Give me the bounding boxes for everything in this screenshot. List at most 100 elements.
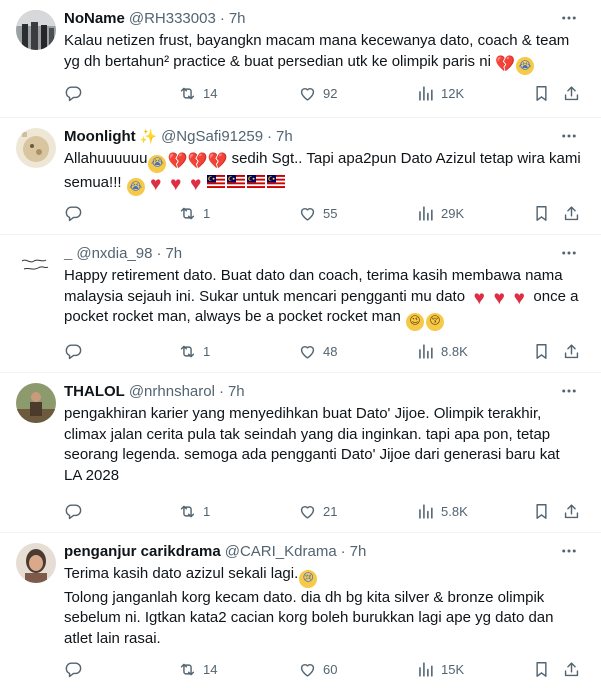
author-name[interactable]: penganjur carikdrama bbox=[64, 543, 221, 560]
sparkle-icon: ✨ bbox=[139, 127, 158, 144]
bookmark-icon bbox=[532, 342, 551, 361]
tweet[interactable]: _ @nxdia_98 · 7h Happy retirement dato. … bbox=[0, 235, 601, 373]
bookmark-button[interactable] bbox=[532, 339, 551, 363]
reply-button[interactable] bbox=[64, 201, 83, 225]
views-icon bbox=[416, 502, 435, 521]
like-count: 48 bbox=[323, 343, 338, 359]
separator-dot: · bbox=[267, 127, 273, 145]
bookmark-button[interactable] bbox=[532, 201, 551, 225]
retweet-button[interactable]: 14 bbox=[178, 657, 217, 681]
retweet-button[interactable]: 1 bbox=[178, 499, 210, 523]
author-handle[interactable]: @RH333003 bbox=[129, 10, 216, 27]
tweet-text-part: Tolong janganlah korg kecam dato. dia dh… bbox=[64, 588, 554, 647]
like-button[interactable]: 21 bbox=[298, 499, 337, 523]
reply-button[interactable] bbox=[64, 339, 83, 363]
share-icon bbox=[562, 660, 581, 679]
bookmark-button[interactable] bbox=[532, 657, 551, 681]
tweet-text-part: Terima kasih dato azizul sekali lagi. bbox=[64, 565, 299, 582]
reply-icon bbox=[64, 342, 83, 361]
author-handle[interactable]: @NgSafi91259 bbox=[161, 128, 263, 145]
avatar[interactable] bbox=[16, 128, 56, 168]
sob-emoji: 😭 bbox=[516, 57, 535, 75]
share-button[interactable] bbox=[562, 81, 581, 105]
timestamp[interactable]: 7h bbox=[276, 128, 293, 145]
reply-button[interactable] bbox=[64, 81, 83, 105]
timestamp[interactable]: 7h bbox=[228, 383, 245, 400]
views-button[interactable]: 29K bbox=[416, 201, 464, 225]
sob-emoji: 😭 bbox=[126, 178, 145, 196]
retweet-button[interactable]: 1 bbox=[178, 339, 210, 363]
timestamp[interactable]: 7h bbox=[165, 245, 182, 262]
author-handle[interactable]: @nrhnsharol bbox=[129, 383, 215, 400]
timestamp[interactable]: 7h bbox=[229, 10, 246, 27]
author-name[interactable]: NoName bbox=[64, 10, 125, 27]
bookmark-button[interactable] bbox=[532, 81, 551, 105]
more-icon[interactable] bbox=[559, 541, 579, 561]
tweet[interactable]: penganjur carikdrama @CARI_Kdrama · 7h T… bbox=[0, 533, 601, 688]
author-handle[interactable]: @CARI_Kdrama bbox=[225, 543, 337, 560]
share-icon bbox=[562, 502, 581, 521]
retweet-count: 14 bbox=[203, 85, 218, 101]
more-icon[interactable] bbox=[559, 8, 579, 28]
like-icon bbox=[298, 84, 317, 103]
avatar[interactable] bbox=[16, 383, 56, 423]
bookmark-button[interactable] bbox=[532, 499, 551, 523]
separator-dot: · bbox=[218, 382, 224, 400]
like-button[interactable]: 92 bbox=[298, 81, 337, 105]
tweet[interactable]: Moonlight ✨ @NgSafi91259 · 7h Allahuuuuu… bbox=[0, 118, 601, 235]
views-button[interactable]: 8.8K bbox=[416, 339, 468, 363]
sob-emoji: 😭 bbox=[148, 154, 167, 173]
timestamp[interactable]: 7h bbox=[350, 543, 367, 560]
like-count: 92 bbox=[323, 85, 338, 101]
like-count: 60 bbox=[323, 661, 338, 677]
like-icon bbox=[298, 660, 317, 679]
avatar[interactable] bbox=[16, 543, 56, 583]
like-button[interactable]: 48 bbox=[298, 339, 337, 363]
share-button[interactable] bbox=[562, 657, 581, 681]
red-heart-emoji: ♥ bbox=[190, 173, 202, 195]
share-icon bbox=[562, 84, 581, 103]
share-button[interactable] bbox=[562, 339, 581, 363]
views-button[interactable]: 12K bbox=[416, 81, 464, 105]
action-bar: 1 55 29K bbox=[56, 201, 589, 225]
bookmark-icon bbox=[532, 84, 551, 103]
share-button[interactable] bbox=[562, 499, 581, 523]
author-name[interactable]: Moonlight bbox=[64, 128, 136, 145]
reply-button[interactable] bbox=[64, 499, 83, 523]
views-icon bbox=[416, 204, 435, 223]
tweet[interactable]: THALOL @nrhnsharol · 7h pengakhiran kari… bbox=[0, 373, 601, 533]
more-icon[interactable] bbox=[559, 381, 579, 401]
red-heart-emoji: ♥ bbox=[513, 287, 525, 309]
separator-dot: · bbox=[340, 542, 346, 560]
separator-dot: · bbox=[219, 9, 225, 27]
more-icon[interactable] bbox=[559, 126, 579, 146]
views-button[interactable]: 15K bbox=[416, 657, 464, 681]
author-name[interactable]: THALOL bbox=[64, 383, 125, 400]
author-name[interactable]: _ bbox=[64, 245, 72, 262]
retweet-icon bbox=[178, 502, 197, 521]
avatar[interactable] bbox=[16, 10, 56, 50]
views-button[interactable]: 5.8K bbox=[416, 499, 468, 523]
malaysia-flag-emoji bbox=[227, 175, 245, 188]
more-icon[interactable] bbox=[559, 243, 579, 263]
like-button[interactable]: 60 bbox=[298, 657, 337, 681]
retweet-count: 1 bbox=[203, 205, 211, 221]
tweet[interactable]: NoName @RH333003 · 7h Kalau netizen frus… bbox=[0, 0, 601, 118]
tweet-text: Happy retirement dato. Buat dato dan coa… bbox=[64, 266, 581, 331]
share-icon bbox=[562, 204, 581, 223]
like-icon bbox=[298, 342, 317, 361]
like-count: 55 bbox=[323, 205, 338, 221]
author-handle[interactable]: @nxdia_98 bbox=[76, 245, 152, 262]
retweet-icon bbox=[178, 204, 197, 223]
like-button[interactable]: 55 bbox=[298, 201, 337, 225]
tweet-text: pengakhiran karier yang menyedihkan buat… bbox=[64, 405, 560, 484]
retweet-button[interactable]: 14 bbox=[178, 81, 217, 105]
tweet-feed: NoName @RH333003 · 7h Kalau netizen frus… bbox=[0, 0, 601, 688]
bookmark-icon bbox=[532, 502, 551, 521]
reply-button[interactable] bbox=[64, 657, 83, 681]
separator-dot: · bbox=[156, 244, 162, 262]
retweet-count: 1 bbox=[203, 503, 211, 519]
share-button[interactable] bbox=[562, 201, 581, 225]
retweet-button[interactable]: 1 bbox=[178, 201, 210, 225]
avatar[interactable] bbox=[16, 245, 56, 285]
